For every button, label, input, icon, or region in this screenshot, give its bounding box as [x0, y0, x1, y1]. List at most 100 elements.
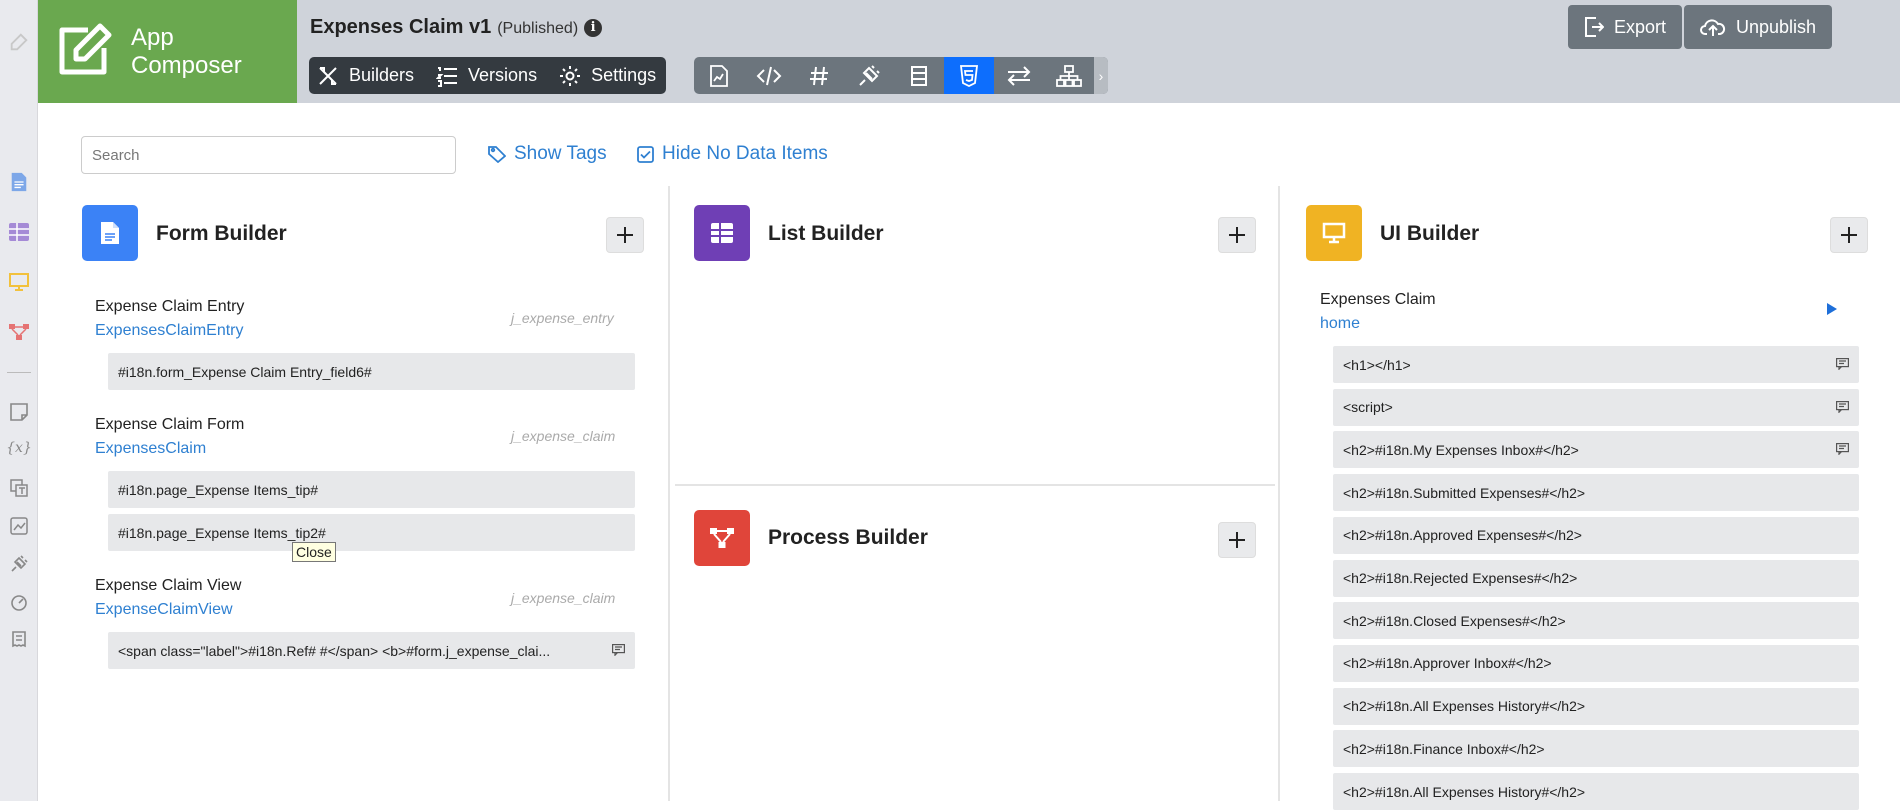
hide-no-data-label: Hide No Data Items	[662, 143, 828, 164]
rail-divider	[7, 372, 31, 373]
info-icon[interactable]: i	[584, 19, 603, 37]
ui-item-row-text: <h1></h1>	[1343, 356, 1411, 373]
ui-item-row[interactable]: <h2>#i18n.Finance Inbox#</h2>	[1333, 730, 1859, 768]
nav-versions-label: Versions	[468, 65, 538, 85]
app-title: Expenses Claim v1 (Published) i	[310, 16, 603, 39]
export-label: Export	[1614, 16, 1667, 37]
unpublish-button[interactable]: Unpublish	[1684, 5, 1833, 49]
toolbar-scroll-chevron-icon[interactable]: ›	[1094, 57, 1108, 94]
tb-hash-icon[interactable]	[794, 57, 844, 94]
form-item-label: Expense Claim Entry	[95, 298, 245, 315]
ui-item-label: Expenses Claim	[1320, 291, 1436, 308]
list-icon[interactable]	[7, 220, 31, 244]
form-icon[interactable]	[7, 170, 31, 194]
ui-item-row-text: <h2>#i18n.My Expenses Inbox#</h2>	[1343, 441, 1579, 458]
add-form-button[interactable]	[606, 217, 644, 253]
monitor-icon[interactable]	[7, 270, 31, 294]
column-divider	[1278, 186, 1280, 801]
form-item-row[interactable]: #i18n.page_Expense Items_tip2#	[108, 514, 635, 551]
tb-sitemap-icon[interactable]	[1044, 57, 1094, 94]
form-item-link[interactable]: ExpensesClaimEntry	[95, 322, 244, 340]
plus-icon	[1841, 227, 1857, 243]
note-icon[interactable]	[7, 400, 31, 424]
nav-builders[interactable]: Builders	[317, 65, 414, 87]
export-button[interactable]: Export	[1568, 5, 1683, 49]
list-builder-title: List Builder	[768, 222, 884, 245]
tb-code-icon[interactable]	[744, 57, 794, 94]
form-item-link[interactable]: ExpensesClaim	[95, 440, 206, 458]
ui-builder-title: UI Builder	[1380, 222, 1480, 245]
hide-no-data-toggle[interactable]: Hide No Data Items	[637, 143, 828, 165]
form-item-row-text: <span class="label">#i18n.Ref# #</span> …	[118, 642, 551, 659]
form-builder-title: Form Builder	[156, 222, 287, 245]
speedometer-icon[interactable]	[7, 590, 31, 614]
tb-plugin-icon[interactable]	[844, 57, 894, 94]
list-ordered-icon	[436, 66, 458, 87]
comment-icon	[1836, 443, 1849, 456]
form-item-label: Expense Claim View	[95, 577, 242, 594]
translate-icon[interactable]	[7, 476, 31, 500]
play-icon[interactable]	[1827, 303, 1837, 315]
publish-status: (Published)	[497, 20, 579, 37]
tb-list-icon[interactable]	[894, 57, 944, 94]
tb-html5-icon[interactable]	[944, 57, 994, 94]
process-icon[interactable]	[7, 320, 31, 344]
form-item-row-text: #i18n.page_Expense Items_tip2#	[118, 524, 326, 541]
ui-item-row[interactable]: <h2>#i18n.Closed Expenses#</h2>	[1333, 602, 1859, 640]
close-tooltip: Close	[292, 542, 336, 562]
ui-item-row[interactable]: <h2>#i18n.Rejected Expenses#</h2>	[1333, 559, 1859, 597]
form-item-link[interactable]: ExpenseClaimView	[95, 601, 233, 619]
ui-item-row-text: <h2>#i18n.All Expenses History#</h2>	[1343, 698, 1586, 715]
comment-icon	[612, 644, 625, 656]
search-input[interactable]	[81, 136, 456, 174]
tb-userview-icon[interactable]	[694, 57, 744, 94]
ui-item-row-text: <h2>#i18n.Submitted Expenses#</h2>	[1343, 484, 1586, 501]
form-item-table: j_expense_entry	[511, 310, 614, 326]
checkbox-checked-icon	[637, 145, 654, 163]
show-tags-toggle[interactable]: Show Tags	[488, 143, 607, 165]
ui-item-row[interactable]: <h2>#i18n.My Expenses Inbox#</h2>	[1333, 431, 1859, 469]
add-process-button[interactable]	[1218, 522, 1256, 558]
plugin-icon[interactable]	[7, 552, 31, 576]
ui-item-row[interactable]: <h2>#i18n.Submitted Expenses#</h2>	[1333, 474, 1859, 512]
receipt-icon[interactable]	[7, 628, 31, 652]
ui-item-row[interactable]: <h2>#i18n.All Expenses History#</h2>	[1333, 687, 1859, 725]
edit-icon[interactable]	[7, 30, 31, 54]
form-item-label: Expense Claim Form	[95, 416, 245, 433]
ui-item-row-text: <h2>#i18n.Rejected Expenses#</h2>	[1343, 570, 1578, 586]
brand-block[interactable]: App Composer	[38, 0, 297, 103]
form-item-table: j_expense_claim	[511, 428, 616, 444]
ui-item-row[interactable]: <h2>#i18n.Approver Inbox#</h2>	[1333, 644, 1859, 682]
chart-doc-icon[interactable]	[7, 514, 31, 538]
ui-builder-icon	[1306, 205, 1362, 261]
unpublish-label: Unpublish	[1736, 16, 1817, 37]
ui-item-row-text: <script>	[1343, 399, 1393, 416]
app-title-text: Expenses Claim v1	[310, 16, 492, 38]
plus-icon	[1229, 532, 1245, 548]
ui-item-link[interactable]: home	[1320, 315, 1360, 333]
ui-item-row[interactable]: <script>	[1333, 388, 1859, 426]
variable-icon[interactable]: {x}	[6, 436, 32, 460]
ui-item-row-text: <h2>#i18n.Approved Expenses#</h2>	[1343, 527, 1582, 544]
form-item-row[interactable]: <span class="label">#i18n.Ref# #</span> …	[108, 632, 635, 669]
form-item-row-text: #i18n.form_Expense Claim Entry_field6#	[118, 363, 372, 380]
ui-item-row[interactable]: <h1></h1>	[1333, 346, 1859, 383]
ui-item-row-text: <h2>#i18n.Approver Inbox#</h2>	[1343, 655, 1552, 672]
form-item-row[interactable]: #i18n.page_Expense Items_tip#	[108, 471, 635, 508]
tag-icon	[488, 146, 506, 163]
form-builder-icon	[82, 205, 138, 261]
nav-settings[interactable]: Settings	[559, 65, 656, 87]
comment-icon	[1836, 358, 1849, 370]
ui-item-row[interactable]: <h2>#i18n.Approved Expenses#</h2>	[1333, 516, 1859, 554]
add-ui-button[interactable]	[1830, 217, 1868, 253]
gear-icon	[560, 65, 581, 86]
ui-item-row[interactable]: <h2>#i18n.All Expenses History#</h2>	[1333, 773, 1859, 810]
app-header: App Composer Expenses Claim v1 (Published…	[38, 0, 1900, 103]
cloud-upload-icon	[1700, 19, 1726, 36]
tb-arrows-exchange-icon[interactable]	[994, 57, 1044, 94]
add-list-button[interactable]	[1218, 217, 1256, 253]
nav-versions[interactable]: Versions	[436, 65, 537, 87]
brand-name-line2: Composer	[131, 52, 242, 79]
form-item-row[interactable]: #i18n.form_Expense Claim Entry_field6#	[108, 353, 635, 390]
comment-icon	[1836, 400, 1849, 413]
